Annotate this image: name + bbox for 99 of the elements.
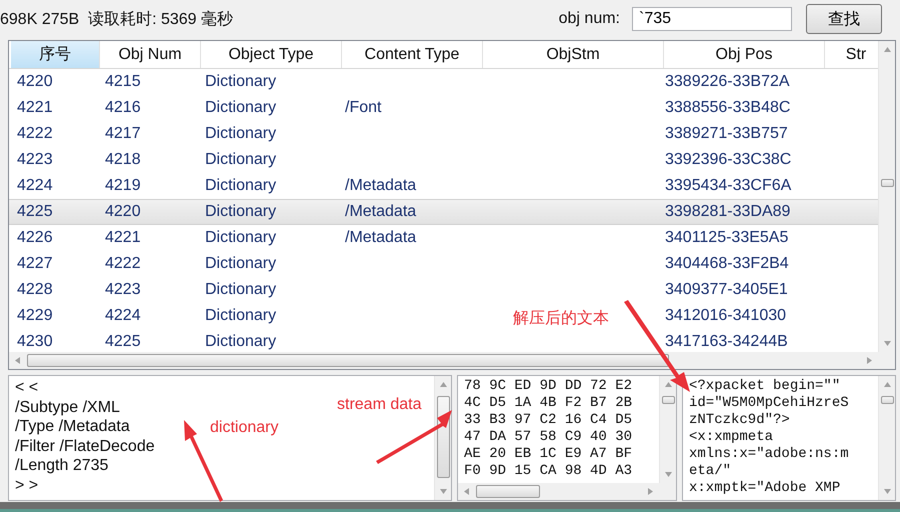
table-cell-text: Dictionary [204,203,278,221]
table-cell-text: 4220 [104,203,142,221]
table-cell-text: 4225 [104,333,142,351]
table-cell-text: Dictionary [204,281,278,299]
table-cell-text: 3409377-3405E1 [664,281,789,299]
hex-line: 4C D5 1A 4B F2 B7 2B [464,395,632,412]
table-cell-text: Dictionary [204,99,278,117]
table-cell-text: 3417163-34244B [664,333,789,351]
table-cell-text: 4226 [16,229,54,247]
horizontal-scrollbar[interactable] [458,483,659,500]
table-cell-text: 4217 [104,125,142,143]
hex-line: 78 9C ED 9D DD 72 E2 [464,378,632,395]
table-cell-text: /Metadata [344,229,418,247]
table-cell-text: 4225 [16,203,54,221]
obj-num-field[interactable]: `735 [632,7,792,31]
hex-line: F0 9D 15 CA 98 4D A3 [464,463,632,480]
annotation-label: 解压后的文本 [513,308,609,329]
dictionary-line: /Length 2735 [15,456,108,476]
table-cell-text: 4222 [104,255,142,273]
table-cell-text: Dictionary [204,125,278,143]
table-cell-text: 3392396-33C38C [664,151,792,169]
hex-line: 47 DA 57 58 C9 40 30 [464,429,632,446]
table-cell-text: Dictionary [204,177,278,195]
text-line: zNTczkc9d"?> [689,412,790,429]
scrollbar-thumb[interactable] [476,485,540,498]
table-cell-text: 4221 [16,99,54,117]
vertical-scrollbar[interactable] [878,376,895,500]
table-cell-text: 4215 [104,73,142,91]
vertical-scrollbar[interactable] [878,41,895,352]
table-row[interactable]: 4225 4220 Dictionary /Metadata 3398281-33DA89 [9,199,878,225]
dictionary-line: > > [15,476,38,495]
vertical-scrollbar[interactable] [434,376,451,500]
table-cell-text: 4228 [16,281,54,299]
text-line: <?xpacket begin="" [689,378,840,395]
horizontal-scrollbar[interactable] [9,352,878,369]
table-cell-text: 4223 [16,151,54,169]
table-cell-text: Dictionary [204,333,278,351]
table-cell-text: 3395434-33CF6A [664,177,792,195]
table-cell-text: 3412016-341030 [664,307,788,325]
scroll-up-icon[interactable] [438,380,448,389]
dictionary-line: /Filter /FlateDecode [15,436,155,456]
table-cell-text: 4229 [16,307,54,325]
table-cell-text: 4230 [16,333,54,351]
table-cell-text: 4227 [16,255,54,273]
scroll-right-icon[interactable] [646,487,655,496]
table-cell-text: 3404468-33F2B4 [664,255,790,273]
text-line: eta/" [689,463,732,480]
scroll-up-icon[interactable] [664,380,672,389]
column-header[interactable]: 序号 [11,41,100,68]
scrollbar-thumb[interactable] [881,396,894,404]
table-cell-text: 3389271-33B757 [664,125,789,143]
table-cell-text: Dictionary [204,73,278,91]
text-line: x:xmptk="Adobe XMP [689,480,840,497]
search-button[interactable]: 查找 [806,4,882,34]
table-cell-text: 3398281-33DA89 [664,203,792,221]
hex-line: 33 B3 97 C2 16 C4 D5 [464,412,632,429]
table-cell-text: Dictionary [204,255,278,273]
scroll-right-icon[interactable] [865,356,874,365]
table-cell-text: 3401125-33E5A5 [664,229,790,247]
table-cell-text: 4221 [104,229,142,247]
obj-num-label: obj num: [558,10,620,28]
scroll-up-icon[interactable] [882,45,892,54]
scroll-down-icon[interactable] [438,487,448,496]
dictionary-line: < < [15,378,38,398]
text-line: xmlns:x="adobe:ns:m [689,446,849,463]
hex-line: AE 20 EB 1C E9 A7 BF [464,446,632,463]
table-cell-text: 4224 [104,307,142,325]
scroll-down-icon[interactable] [664,470,672,479]
table-cell-text: /Font [344,99,382,117]
annotation-label: dictionary [210,419,278,437]
scroll-up-icon[interactable] [882,380,892,389]
table-cell-text: 4223 [104,281,142,299]
scrollbar-thumb[interactable] [881,179,894,187]
table-cell-text: Dictionary [204,151,278,169]
scroll-down-icon[interactable] [882,339,892,348]
dictionary-line: /Subtype /XML [15,398,120,417]
vertical-scrollbar[interactable] [659,376,676,483]
table-cell-text: /Metadata [344,203,418,221]
table-cell-text: /Metadata [344,177,418,195]
table-cell-text: 4219 [104,177,142,195]
text-line: id="W5M0MpCehiHzreS [689,395,849,412]
annotation-label: stream data [337,396,422,414]
dictionary-line: /Type /Metadata [15,417,130,436]
table-cell-text: 3389226-33B72A [664,73,791,91]
text-line: <x:xmpmeta [689,429,774,446]
scroll-left-icon[interactable] [462,487,471,496]
table-cell-text: 4222 [16,125,54,143]
scrollbar-thumb[interactable] [662,396,675,404]
table-cell-text: 4218 [104,151,142,169]
table-cell-text: Dictionary [204,229,278,247]
scroll-down-icon[interactable] [882,487,892,496]
table-cell-text: 4224 [16,177,54,195]
table-cell-text: Dictionary [204,307,278,325]
scrollbar-thumb[interactable] [27,354,669,367]
table-cell-text: 4216 [104,99,142,117]
table-cell-text: 3388556-33B48C [664,99,792,117]
scroll-left-icon[interactable] [13,356,22,365]
table-cell-text: 4220 [16,73,54,91]
load-info: 698K 275B 读取耗时: 5369 毫秒 [0,10,234,30]
